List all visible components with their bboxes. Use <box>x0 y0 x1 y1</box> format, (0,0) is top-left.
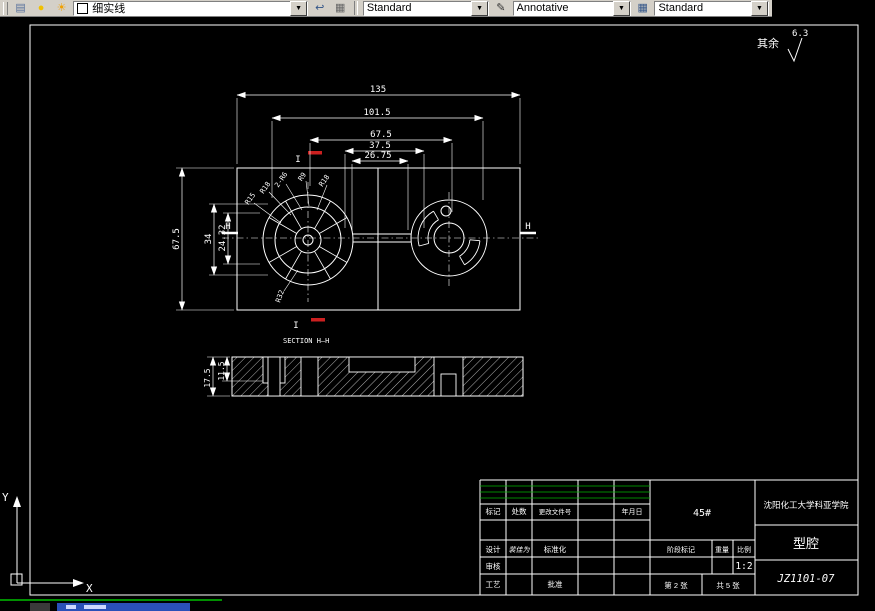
tb-row-approve: 批准 <box>548 579 563 589</box>
tb-drawing-number: JZ1101-07 <box>777 573 836 585</box>
tb-part-name: 型腔 <box>793 536 819 551</box>
radius-label-3: 2-R6 <box>273 171 289 189</box>
ucs-y-label: Y <box>2 491 9 504</box>
tb-scale: 1:2 <box>735 561 752 572</box>
tb-col-docno: 更改文件号 <box>539 507 572 516</box>
layer-combo-value: 细实线 <box>92 3 126 15</box>
dim-26-75: 26.75 <box>364 151 391 161</box>
dim-135: 135 <box>370 85 386 95</box>
chevron-down-icon[interactable]: ▼ <box>471 0 489 16</box>
text-style-value: Standard <box>366 2 412 14</box>
table-style-value: Standard <box>658 2 704 14</box>
plan-view: H H I I <box>222 151 540 331</box>
taskbar-fragment[interactable] <box>0 599 222 611</box>
dim-37-5: 37.5 <box>369 141 391 151</box>
chevron-down-icon[interactable]: ▼ <box>612 0 630 16</box>
radius-leaders <box>253 180 328 292</box>
ucs-x-arrow <box>73 579 84 587</box>
chevron-down-icon[interactable]: ▼ <box>290 0 308 16</box>
sun-icon[interactable]: ☀ <box>53 1 70 16</box>
layers-icon[interactable]: ▤ <box>12 1 29 16</box>
dim-24-32: 24.32 <box>218 224 228 251</box>
ucs-y-arrow <box>13 496 21 507</box>
section-view-label: SECTION H—H <box>283 337 329 345</box>
extension-lines <box>176 98 521 311</box>
layer-previous-icon[interactable]: ↩ <box>311 1 328 16</box>
tb-col-mark: 标记 <box>486 506 501 516</box>
text-style-combo[interactable]: Standard ▼ <box>362 0 490 16</box>
layer-combo[interactable]: 细实线 ▼ <box>73 0 309 16</box>
table-style-icon[interactable]: ▦ <box>634 1 651 16</box>
dim-17-5: 17.5 <box>203 368 212 387</box>
tb-row-check: 审核 <box>486 561 501 571</box>
surface-finish-note: 其余 6.3 <box>757 29 808 63</box>
tb-row-design: 设计 <box>486 544 501 554</box>
dim-style-icon[interactable]: ✎ <box>492 1 509 16</box>
chevron-down-icon[interactable]: ▼ <box>751 0 768 16</box>
layer-color-swatch <box>77 2 89 14</box>
table-style-combo[interactable]: Standard ▼ <box>654 0 769 16</box>
ucs-x-label: X <box>86 582 93 595</box>
dim-67-5-top: 67.5 <box>370 130 392 140</box>
surface-note-prefix: 其余 <box>757 36 779 50</box>
tb-row-standard: 标准化 <box>544 544 567 554</box>
dim-11-5: 11.5 <box>217 361 226 380</box>
application-window: ▤ ● ☀ 细实线 ▼ ↩ ▦ Standard ▼ ✎ Annotative … <box>0 0 875 611</box>
toolbar: ▤ ● ☀ 细实线 ▼ ↩ ▦ Standard ▼ ✎ Annotative … <box>0 0 772 17</box>
dim-style-combo[interactable]: Annotative ▼ <box>512 0 631 16</box>
section-view: SECTION H—H 17.5 11.5 <box>203 337 524 397</box>
tb-material: 45# <box>693 508 711 519</box>
roughness-symbol-icon <box>787 37 803 63</box>
toolbar-grip[interactable] <box>3 1 8 15</box>
radius-label-6: R32 <box>274 289 286 304</box>
radius-label-5: R18 <box>317 173 331 188</box>
dim-34: 34 <box>204 234 214 245</box>
radius-label-4: R9 <box>297 171 308 183</box>
tb-school: 沈阳化工大学科亚学院 <box>763 500 849 510</box>
layer-states-icon[interactable]: ▦ <box>332 1 349 16</box>
tb-weight: 重量 <box>715 546 729 554</box>
roughness-value: 6.3 <box>792 29 808 39</box>
tb-col-count: 处数 <box>512 506 527 516</box>
dimension-lines <box>178 91 521 311</box>
tb-col-date: 年月日 <box>622 507 643 516</box>
dim-style-value: Annotative <box>516 2 569 14</box>
section-arrow-bottom <box>311 318 325 322</box>
section-mark-h-right: H <box>525 222 530 232</box>
tb-sheet-no: 第 2 张 <box>664 580 688 590</box>
tb-row-process: 工艺 <box>486 580 501 589</box>
tb-stage-mark: 阶段标记 <box>667 545 695 554</box>
lightbulb-icon[interactable]: ● <box>32 1 49 16</box>
section-mark-i-bottom: I <box>293 321 298 331</box>
tb-designer-signature: 裴佳为 <box>509 546 531 554</box>
ucs-icon: Y X <box>2 491 93 595</box>
tb-ratio: 比例 <box>737 545 751 554</box>
drawing-canvas[interactable]: 其余 6.3 H H I I 135 101.5 67.5 37.5 26.75… <box>0 0 875 611</box>
section-mark-i-top: I <box>295 155 300 165</box>
dim-67-5-left: 67.5 <box>172 228 182 250</box>
tb-sheet-total: 共 5 张 <box>716 581 740 590</box>
title-block: 标记 处数 更改文件号 年月日 45# 设计 裴佳为 标准化 阶段标记 重量 比… <box>479 479 858 595</box>
toolbar-separator <box>353 1 358 15</box>
plan-dimensions: 135 101.5 67.5 37.5 26.75 67.5 34 24.32 … <box>172 85 521 311</box>
dim-101-5: 101.5 <box>363 108 390 118</box>
